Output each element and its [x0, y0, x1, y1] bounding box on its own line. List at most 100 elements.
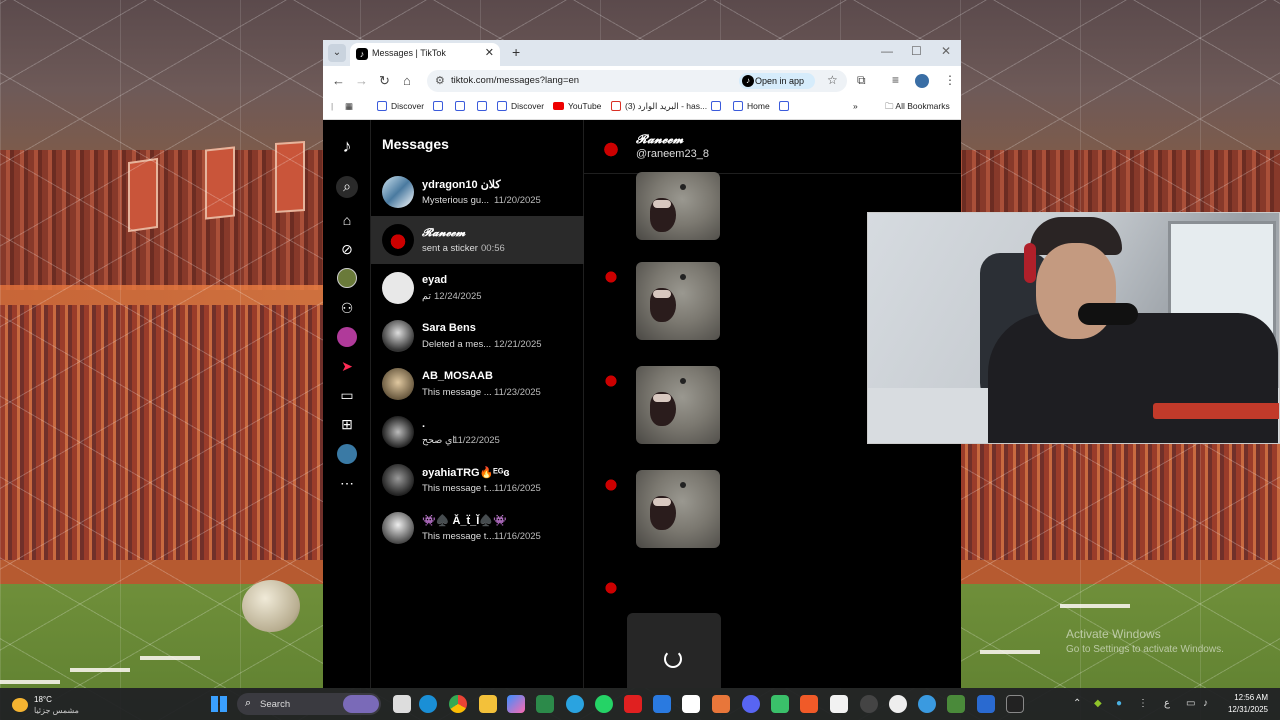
copilot-icon[interactable] [507, 695, 525, 713]
reload-icon[interactable]: ↻ [379, 73, 390, 89]
conversation-item[interactable]: . اي صحح 11/22/2025 [371, 408, 584, 456]
following-avatar-icon[interactable] [337, 268, 357, 288]
more-menu-icon[interactable]: ⋮ [944, 73, 956, 87]
telegram-icon[interactable] [566, 695, 584, 713]
tray-app-icon[interactable]: ◆ [1094, 698, 1102, 709]
chat-avatar[interactable] [596, 133, 626, 163]
epic-games-icon[interactable] [1006, 695, 1024, 713]
tab-close-icon[interactable]: ✕ [485, 46, 494, 59]
app-icon[interactable] [712, 695, 730, 713]
tray-mic-icon[interactable]: ⋮ [1138, 698, 1148, 709]
search-icon[interactable]: ⌕ [336, 176, 358, 198]
store-icon[interactable] [653, 695, 671, 713]
taskbar-clock[interactable]: 12:56 AM 12/31/2025 [1226, 693, 1268, 714]
bookmark-favicon-icon [733, 101, 743, 111]
sticker-message[interactable] [636, 172, 720, 240]
profile-avatar-icon[interactable] [337, 444, 357, 464]
taskbar-search[interactable]: ⌕ Search [237, 693, 381, 715]
sticker-message[interactable] [636, 366, 720, 444]
conversation-time: 11/16/2025 [494, 483, 541, 494]
conversation-item-active[interactable]: 𝓡𝓪𝓷𝓮𝓮𝓶 sent a sticker 00:56 [371, 216, 584, 264]
minimize-icon[interactable]: — [881, 44, 893, 58]
weather-sun-icon [12, 698, 28, 712]
live-avatar-icon[interactable] [337, 327, 357, 347]
conversation-item[interactable]: ʚyahiaTRG🔥ᴱᴳɞ This message t... 11/16/20… [371, 456, 584, 504]
forward-icon[interactable]: → [355, 73, 368, 88]
sticker-message[interactable] [636, 470, 720, 548]
conversation-item[interactable]: ydragon10 كلان Mysterious gu... 11/20/20… [371, 168, 584, 216]
chat-header[interactable]: 𝓡𝓪𝓷𝓮𝓮𝓶 @raneem23_8 [584, 120, 961, 174]
bookmark-favicon-icon [455, 101, 465, 111]
extensions-icon[interactable]: ⧉ [857, 73, 866, 88]
message-avatar[interactable] [600, 577, 622, 597]
bookmark-icon-only[interactable] [477, 101, 491, 111]
conversation-item[interactable]: AB_MOSAAB This message ... 11/23/2025 [371, 360, 584, 408]
bookmarks-overflow-icon[interactable]: » [853, 101, 858, 111]
capcut-icon[interactable] [682, 695, 700, 713]
sticker-fish-teeth [653, 498, 671, 506]
bookmark-youtube[interactable]: YouTube [553, 101, 601, 111]
tab-messages[interactable]: ♪ Messages | TikTok ✕ [350, 43, 500, 67]
bookmark-star-icon[interactable]: ☆ [827, 73, 838, 87]
window-close-icon[interactable]: ✕ [941, 44, 951, 58]
tray-app-icon[interactable]: ● [1116, 698, 1122, 709]
bookmark-icon-only[interactable] [711, 101, 725, 111]
conversation-item[interactable]: eyad تم 12/24/2025 [371, 264, 584, 312]
open-in-app-button[interactable]: ♪ Open in app [739, 73, 815, 89]
tab-search-button[interactable]: ⌄ [328, 44, 346, 62]
more-icon[interactable]: ⋯ [337, 473, 357, 493]
bookmark-icon-only[interactable] [433, 101, 447, 111]
home-nav-icon[interactable]: ⌂ [337, 210, 357, 230]
inbox-icon[interactable]: ▭ [337, 385, 357, 405]
windows-start-icon[interactable] [211, 696, 227, 712]
upload-icon[interactable]: ⊞ [337, 414, 357, 434]
tiktok-logo-icon[interactable]: ♪ [337, 136, 357, 156]
bookmark-icon-only[interactable] [779, 101, 793, 111]
language-indicator[interactable]: ع [1164, 698, 1170, 709]
app-icon[interactable] [947, 695, 965, 713]
conversation-item[interactable]: Sara Bens Deleted a mes... 12/21/2025 [371, 312, 584, 360]
clock-time: 12:56 AM [1234, 693, 1268, 702]
all-bookmarks[interactable]: 🗀 All Bookmarks [885, 101, 950, 115]
app-icon[interactable] [771, 695, 789, 713]
site-info-icon[interactable]: ⚙ [435, 74, 445, 87]
chrome-icon[interactable] [449, 695, 467, 713]
obs-icon[interactable] [860, 695, 878, 713]
home-icon[interactable]: ⌂ [403, 73, 411, 88]
app-icon[interactable] [889, 695, 907, 713]
brave-icon[interactable] [800, 695, 818, 713]
conversation-item[interactable]: 👾♠️ Ă_ẗ_Ĭ♠️👾 This message t... 11/16/202… [371, 504, 584, 552]
bookmark-discover-1[interactable]: Discover [377, 101, 424, 111]
explore-icon[interactable]: ⊘ [337, 239, 357, 259]
tray-overflow-icon[interactable]: ⌃ [1073, 698, 1081, 709]
message-avatar[interactable] [600, 370, 622, 390]
file-explorer-icon[interactable] [479, 695, 497, 713]
network-icon[interactable]: ▭ [1186, 698, 1195, 709]
whatsapp-icon[interactable] [595, 695, 613, 713]
apps-grid-icon[interactable]: ▦ [345, 101, 353, 112]
youtube-icon[interactable] [624, 695, 642, 713]
media-control-icon[interactable]: ≡ [892, 73, 899, 87]
address-bar[interactable]: ⚙ tiktok.com/messages?lang=en ♪ Open in … [427, 70, 847, 92]
task-view-icon[interactable] [393, 695, 411, 713]
friends-icon[interactable]: ⚇ [337, 298, 357, 318]
new-tab-button[interactable]: + [512, 44, 520, 60]
bookmark-home[interactable]: Home [733, 101, 770, 111]
profile-avatar-icon[interactable] [915, 74, 929, 88]
sticker-message[interactable] [636, 262, 720, 340]
message-avatar[interactable] [600, 474, 622, 494]
maximize-icon[interactable]: ☐ [911, 44, 922, 58]
bookmark-discover-2[interactable]: Discover [497, 101, 544, 111]
app-icon[interactable] [536, 695, 554, 713]
notepad-icon[interactable] [830, 695, 848, 713]
messages-send-icon[interactable]: ➤ [337, 356, 357, 376]
message-avatar[interactable] [600, 266, 622, 286]
back-icon[interactable]: ← [332, 73, 345, 88]
bookmark-gmail[interactable]: (3) البريد الوارد - has... [611, 101, 707, 112]
app-icon[interactable] [918, 695, 936, 713]
volume-icon[interactable]: ♪ [1203, 698, 1208, 709]
discord-icon[interactable] [742, 695, 760, 713]
bookmark-icon-only[interactable] [455, 101, 469, 111]
security-shield-icon[interactable] [977, 695, 995, 713]
edge-icon[interactable] [419, 695, 437, 713]
